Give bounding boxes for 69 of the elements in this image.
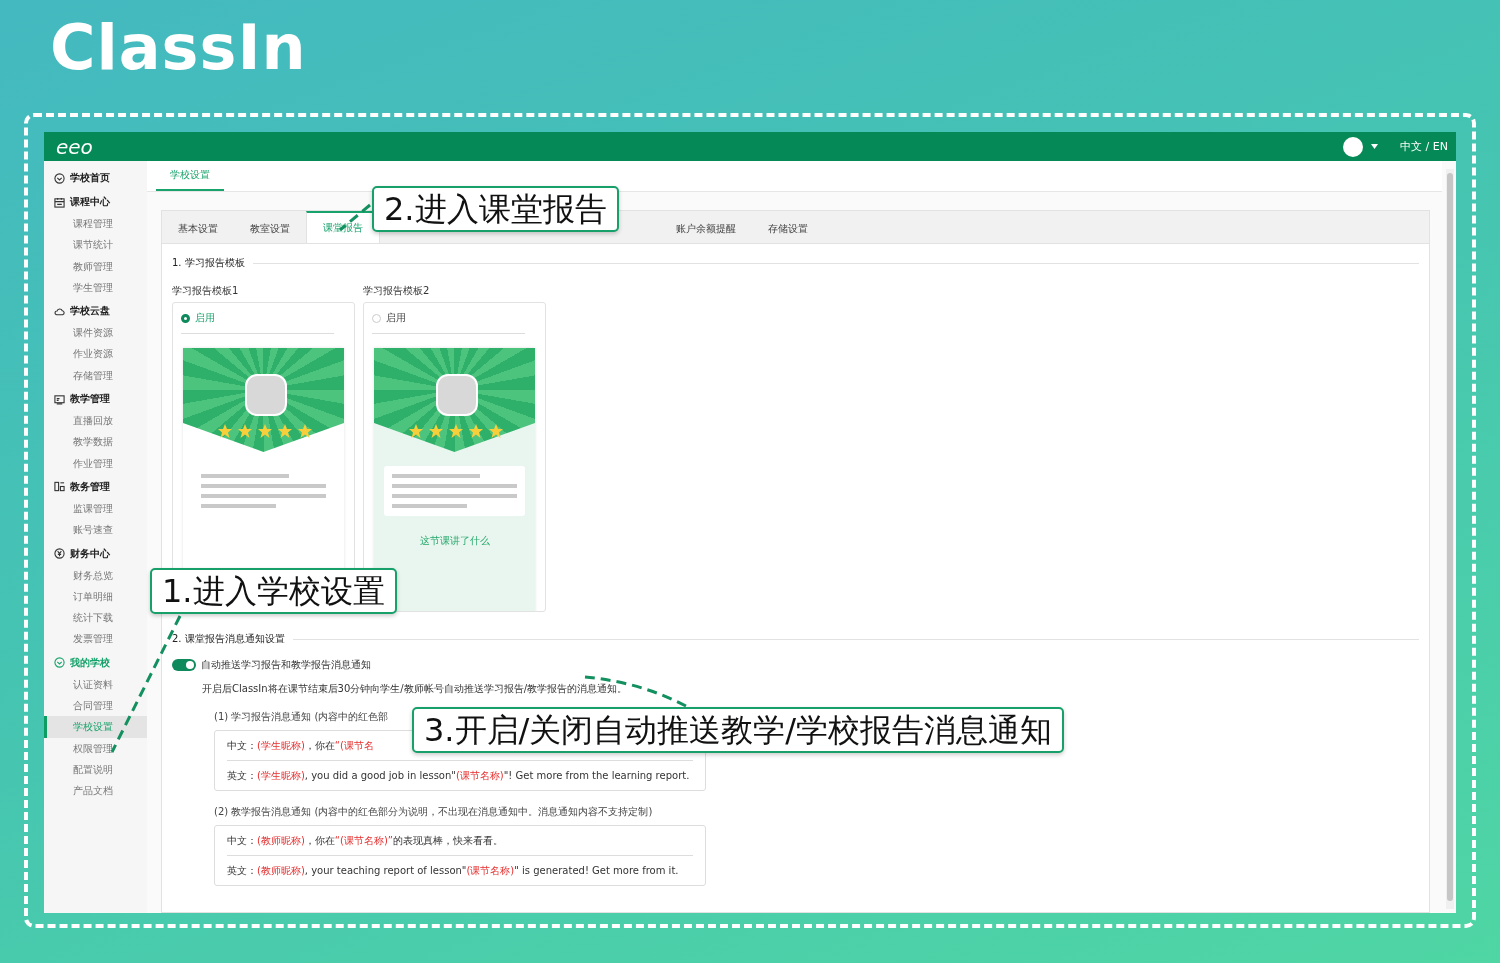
sidebar-group[interactable]: 财务中心 [70,546,110,561]
template-label: 学习报告模板2 [363,284,431,298]
sidebar-group[interactable]: 教学管理 [70,392,110,407]
description-text: 开启后ClassIn将在课节结束后30分钟向学生/教师帐号自动推送学习报告/教学报告的消息通知。 [202,682,629,696]
sidebar-item[interactable]: 存储管理 [44,364,147,387]
section-title: 1. 学习报告模板 [172,256,245,270]
sidebar-item[interactable]: 直播回放 [44,410,147,432]
sidebar-group[interactable]: 学校首页 [70,171,110,185]
toggle-switch[interactable] [172,659,196,671]
notice-label: (2) 教学报告消息通知 (内容中的红色部分为说明，不出现在消息通知中。消息通知内容不支持定制) [214,805,654,819]
message-line: 英文：(学生昵称), you did a good job in lesson"(课节名称)"! Get more from the learning report. [227,768,690,783]
settings-tab[interactable]: 账户余额提醒 [660,211,752,243]
sidebar-group[interactable]: 学校云盘 [70,304,110,319]
avatar-icon[interactable] [1343,136,1364,157]
settings-tab[interactable]: 基本设置 [162,211,234,243]
template-label: 学习报告模板1 [172,284,240,298]
message-line: 中文：(学生昵称)，你在“(课节名 [227,738,374,753]
sidebar-item[interactable]: 监课管理 [44,497,147,520]
language-link[interactable]: 中文 / EN [1400,139,1448,154]
sidebar-item[interactable]: 配置说明 [44,758,147,781]
sidebar-item[interactable]: 统计下载 [44,607,147,629]
caret-icon[interactable] [1371,144,1379,149]
settings-tab[interactable]: 存储设置 [752,211,824,243]
cloud-icon [54,305,65,317]
callout-label: 3.开启/关闭自动推送教学/学校报告消息通知 [412,707,1065,753]
sidebar-item[interactable]: 课节统计 [44,234,147,256]
coin-icon [54,548,65,560]
scrollbar[interactable] [1446,169,1454,909]
sidebar-item[interactable]: 认证资料 [44,673,147,696]
sidebar-item[interactable]: 产品文档 [44,780,147,802]
settings-tab[interactable]: 教室设置 [234,211,306,243]
radio-button[interactable] [181,313,190,323]
page-tab[interactable]: 学校设置 [156,168,224,191]
sidebar-group[interactable]: 课程中心 [70,195,110,209]
sidebar-item[interactable]: 权限管理 [44,737,147,759]
message-line: 中文：(教师昵称)，你在“(课节名称)”的表现真棒，快来看看。 [227,833,503,848]
sidebar-item[interactable]: 课程管理 [44,213,147,235]
sidebar-group[interactable]: 教务管理 [70,479,110,494]
brand-logo: ClassIn [50,14,307,83]
message-line: 英文：(教师昵称), your teaching report of lesson"(课节名称)" is generated! Get more from it. [227,863,679,878]
toggle-label: 自动推送学习报告和教学报告消息通知 [201,658,371,672]
monitor-icon [54,393,65,405]
sidebar-item[interactable]: 订单明细 [44,585,147,608]
sidebar-item[interactable]: 教学数据 [44,431,147,453]
sidebar-item[interactable]: 学校设置 [44,716,147,738]
notice-label: (1) 学习报告消息通知 (内容中的红色部 [214,710,390,724]
callout-label: 1.进入学校设置 [150,568,397,614]
sidebar-item[interactable]: 账号速查 [44,519,147,541]
sidebar-group[interactable]: 我的学校 [70,655,110,670]
sidebar-item[interactable]: 财务总览 [44,564,147,586]
avatar-placeholder [436,374,478,416]
sidebar-item[interactable]: 学生管理 [44,276,147,299]
circle-check-icon [54,657,65,669]
section-title: 2. 课堂报告消息通知设置 [172,632,285,646]
avatar-placeholder [245,374,287,416]
sidebar-item[interactable]: 作业管理 [44,452,147,474]
preview-heading: 这节课讲了什么 [419,534,490,548]
radio-label[interactable]: 启用 [386,311,406,325]
panels-icon [54,481,65,493]
circle-check-icon [54,172,65,184]
radio-label[interactable]: 启用 [195,311,215,325]
sidebar-item[interactable]: 合同管理 [44,695,147,717]
app-logo: eeo [56,136,93,157]
sidebar-item[interactable]: 作业资源 [44,343,147,365]
calendar-icon [54,196,65,208]
sidebar-item[interactable]: 发票管理 [44,628,147,650]
callout-label: 2.进入课堂报告 [372,186,619,232]
sidebar-item[interactable]: 教师管理 [44,255,147,277]
sidebar-item[interactable]: 课件资源 [44,322,147,344]
